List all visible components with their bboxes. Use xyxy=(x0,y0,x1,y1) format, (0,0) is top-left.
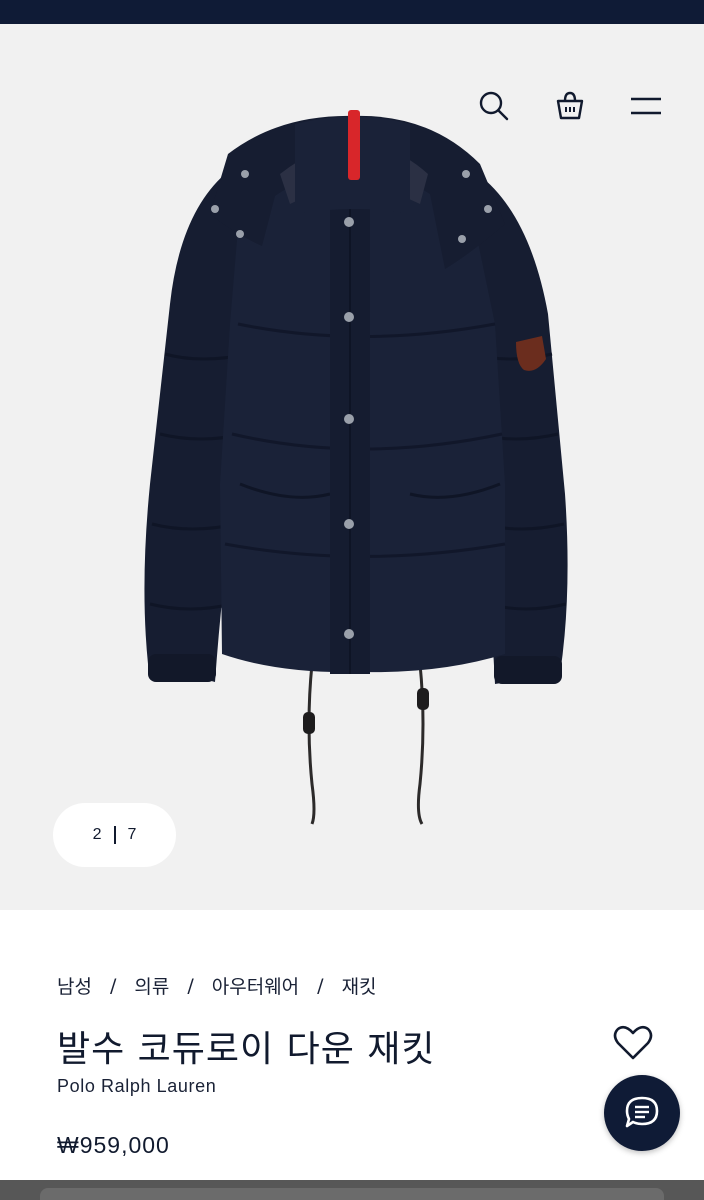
product-brand: Polo Ralph Lauren xyxy=(57,1076,217,1096)
top-status-bar xyxy=(0,0,704,24)
breadcrumb-separator: / xyxy=(109,974,117,997)
product-info: 남성 / 의류 / 아우터웨어 / 재킷 발수 코듀로이 다운 재킷 Polo … xyxy=(0,910,704,1180)
heart-icon xyxy=(613,1025,653,1060)
product-image-gallery[interactable]: 2 7 xyxy=(0,24,704,910)
breadcrumb: 남성 / 의류 / 아우터웨어 / 재킷 xyxy=(57,972,377,999)
bottom-sheet-handle[interactable] xyxy=(40,1188,664,1200)
pager-divider xyxy=(113,826,116,844)
bottom-bar xyxy=(0,1180,704,1200)
search-icon[interactable] xyxy=(476,88,512,124)
pager-current: 2 xyxy=(92,826,102,843)
breadcrumb-item-clothing[interactable]: 의류 xyxy=(134,972,169,999)
product-image xyxy=(0,24,704,910)
pager-total: 7 xyxy=(127,826,137,843)
product-price: ₩959,000 xyxy=(57,1132,170,1158)
product-title: 발수 코듀로이 다운 재킷 xyxy=(57,1029,436,1070)
breadcrumb-item-men[interactable]: 남성 xyxy=(57,972,92,999)
breadcrumb-item-jackets[interactable]: 재킷 xyxy=(342,972,377,999)
breadcrumb-item-outerwear[interactable]: 아우터웨어 xyxy=(212,972,299,999)
header-icon-bar xyxy=(476,88,664,124)
shopping-bag-icon[interactable] xyxy=(552,88,588,124)
menu-icon[interactable] xyxy=(628,88,664,124)
chat-icon xyxy=(625,1096,659,1128)
chat-button[interactable] xyxy=(604,1075,680,1151)
image-pager[interactable]: 2 7 xyxy=(53,803,176,867)
wishlist-button[interactable] xyxy=(610,1020,656,1066)
breadcrumb-separator: / xyxy=(317,974,324,997)
breadcrumb-separator: / xyxy=(187,974,194,997)
